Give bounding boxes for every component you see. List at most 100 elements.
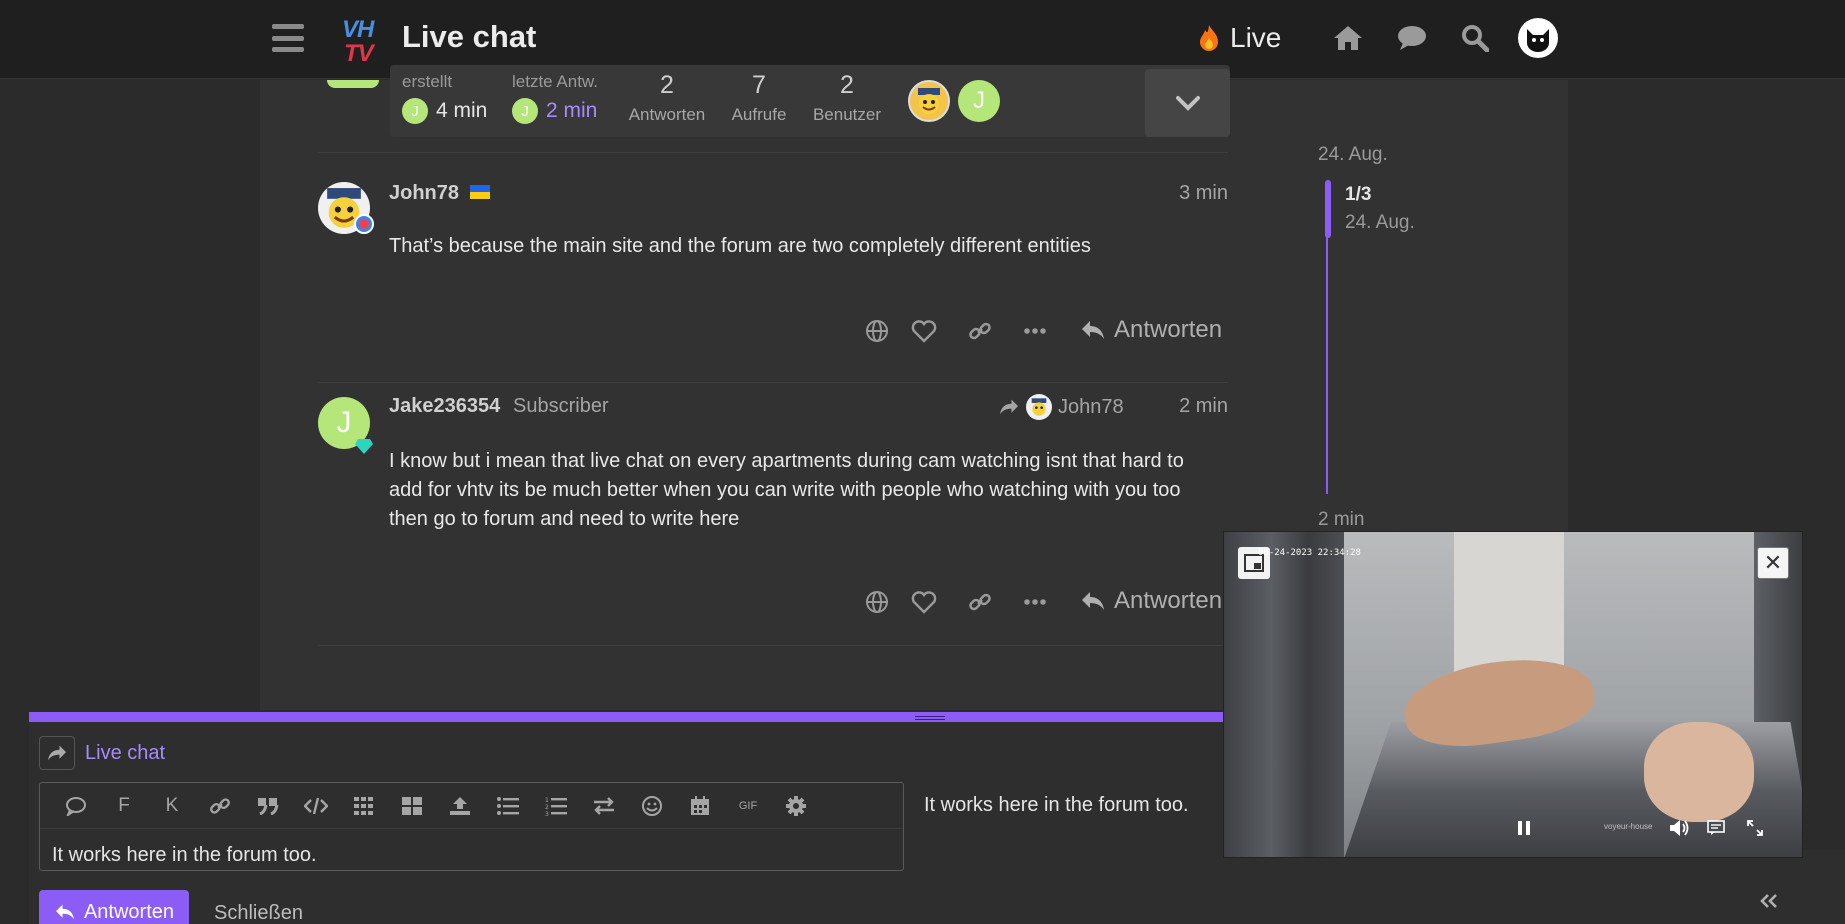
composer-action-icon[interactable] — [39, 736, 75, 770]
gem-badge-icon — [354, 429, 374, 454]
video-scene-figure — [1644, 722, 1754, 822]
bullet-list-icon[interactable] — [484, 783, 532, 829]
post-time[interactable]: 3 min — [1179, 182, 1228, 205]
composer-editor: F K 123 GIF It works here in the forum t… — [39, 782, 904, 871]
code-icon[interactable] — [292, 783, 340, 829]
avatar[interactable]: J — [402, 98, 428, 124]
live-label: Live — [1230, 22, 1282, 53]
avatar[interactable]: J — [318, 397, 373, 454]
post-john78: John78 3 min That’s because the main sit… — [318, 180, 1228, 350]
fullscreen-icon[interactable] — [1744, 817, 1766, 839]
collapse-composer-icon[interactable] — [1758, 890, 1780, 912]
upload-icon[interactable] — [436, 783, 484, 829]
composer-topic-title[interactable]: Live chat — [85, 742, 165, 765]
emoji-icon[interactable] — [628, 783, 676, 829]
user-title: Subscriber — [513, 395, 609, 417]
more-options-icon[interactable] — [1020, 587, 1050, 617]
username[interactable]: John78 — [389, 182, 459, 205]
reply-arrow-icon — [1082, 592, 1104, 610]
cat-icon — [1527, 29, 1549, 52]
post-divider — [318, 645, 1228, 646]
post-time[interactable]: 2 min — [1179, 395, 1228, 418]
composer-resize-grip[interactable] — [915, 716, 945, 720]
translate-globe-icon[interactable] — [862, 316, 892, 346]
volume-icon[interactable] — [1667, 817, 1691, 839]
created-time: 4 min — [436, 99, 488, 122]
topic-map: erstellt J 4 min letzte Antw. J 2 min 2 … — [390, 65, 1230, 137]
blockquote-icon[interactable] — [244, 783, 292, 829]
star-badge-icon — [354, 214, 374, 234]
video-player[interactable]: 08-24-2023 22:34:28 ✕ voyeur-house — [1223, 531, 1803, 858]
views-count: 7 — [752, 71, 766, 99]
video-watermark: voyeur-house — [1604, 822, 1653, 831]
page-title[interactable]: Live chat — [402, 19, 536, 55]
timeline-start-date[interactable]: 24. Aug. — [1318, 144, 1388, 166]
timeline-handle[interactable] — [1325, 180, 1331, 238]
video-close-button[interactable]: ✕ — [1757, 547, 1789, 579]
home-icon[interactable] — [1330, 20, 1366, 56]
numbered-list-icon[interactable]: 123 — [532, 783, 580, 829]
timeline-end-date[interactable]: 2 min — [1318, 509, 1364, 531]
smiley-captain-icon — [918, 88, 940, 114]
share-link-icon[interactable] — [965, 316, 995, 346]
reply-button[interactable]: Antworten — [1080, 316, 1222, 344]
composer-right-strip — [1223, 850, 1845, 924]
bold-button[interactable]: F — [100, 783, 148, 829]
post-body: I know but i mean that live chat on ever… — [389, 450, 1184, 530]
site-logo[interactable]: VH TV — [340, 14, 386, 67]
replies-caption: Antworten — [628, 105, 706, 124]
more-options-icon[interactable] — [1020, 316, 1050, 346]
submit-reply-button[interactable]: Antworten — [39, 890, 189, 924]
last-reply-label: letzte Antw. — [512, 72, 598, 91]
reply-to-username: John78 — [1058, 395, 1124, 418]
pause-icon[interactable] — [1514, 818, 1534, 838]
timeline-position: 1/3 — [1345, 184, 1372, 205]
share-link-icon[interactable] — [965, 587, 995, 617]
calendar-icon[interactable] — [676, 783, 724, 829]
username[interactable]: Jake236354 — [389, 395, 500, 418]
post-divider — [318, 152, 1228, 153]
reply-to-avatar — [1026, 394, 1052, 420]
users-caption: Benutzer — [812, 105, 882, 124]
like-heart-icon[interactable] — [909, 316, 939, 346]
search-icon[interactable] — [1457, 20, 1493, 56]
gif-button[interactable]: GIF — [724, 783, 772, 829]
video-timestamp: 08-24-2023 22:34:28 — [1258, 548, 1361, 558]
participant-avatar[interactable] — [908, 80, 950, 122]
reply-label: Antworten — [1114, 316, 1223, 343]
page-gutter — [0, 80, 260, 710]
composer-textarea[interactable]: It works here in the forum too. — [52, 844, 317, 867]
grid-icon[interactable] — [340, 783, 388, 829]
avatar[interactable]: J — [512, 98, 538, 124]
close-composer-button[interactable]: Schließen — [214, 902, 303, 924]
users-count: 2 — [840, 71, 854, 99]
participant-avatar[interactable]: J — [958, 80, 1000, 122]
swap-icon[interactable] — [580, 783, 628, 829]
translate-globe-icon[interactable] — [862, 587, 892, 617]
submit-label: Antworten — [83, 900, 175, 923]
avatar[interactable] — [318, 182, 374, 234]
captions-icon[interactable] — [1705, 817, 1727, 839]
gear-icon[interactable] — [772, 783, 820, 829]
expand-topic-map-button[interactable] — [1145, 69, 1230, 137]
live-link[interactable]: Live — [1198, 20, 1281, 56]
link-icon[interactable] — [196, 783, 244, 829]
table-icon[interactable] — [388, 783, 436, 829]
user-avatar[interactable] — [1518, 18, 1558, 58]
avatar-letter: J — [973, 87, 985, 114]
reply-button[interactable]: Antworten — [1080, 587, 1222, 615]
fire-icon — [1200, 25, 1218, 51]
svg-text:3: 3 — [545, 811, 549, 816]
quote-bubble-icon[interactable] — [52, 783, 100, 829]
chat-icon[interactable] — [1394, 20, 1430, 56]
reply-label: Antworten — [1114, 587, 1223, 614]
italic-button[interactable]: K — [148, 783, 196, 829]
reply-to-link[interactable]: John78 — [998, 394, 1124, 420]
reply-arrow-icon — [1082, 321, 1104, 339]
replies-count: 2 — [660, 71, 674, 99]
avatar-letter: J — [336, 406, 352, 439]
last-reply-value[interactable]: J 2 min — [512, 98, 597, 124]
hamburger-menu-icon[interactable] — [270, 20, 306, 56]
logo-tv: TV — [344, 40, 374, 67]
like-heart-icon[interactable] — [909, 587, 939, 617]
